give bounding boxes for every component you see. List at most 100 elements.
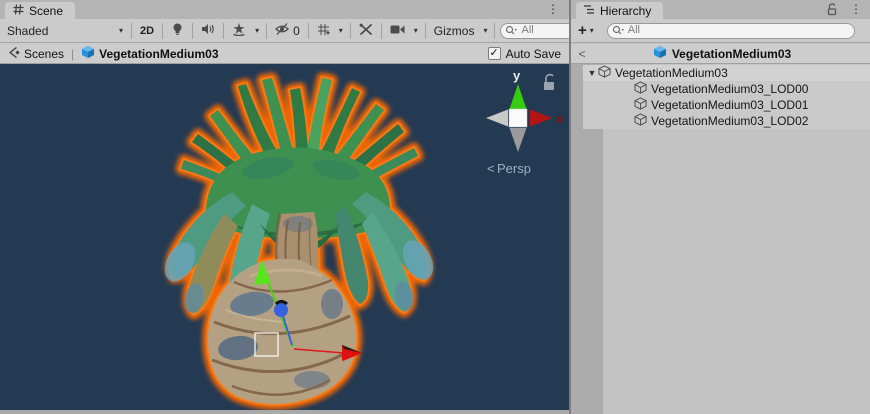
scene-visibility-button[interactable]: 0 [270,21,305,41]
create-object-button[interactable]: + ▾ [571,21,599,41]
grid-snap-button[interactable] [312,21,335,41]
tree-row-label: VegetationMedium03_LOD02 [647,114,808,128]
persp-chevron-icon: < [487,161,495,176]
axis-center-cube[interactable] [509,109,527,127]
scene-effects-button[interactable] [227,21,251,41]
toolbar-separator [192,23,193,39]
scene-tabbar: Scene ⋮ [0,0,569,19]
draw-mode-label: Shaded [7,24,48,38]
eye-off-icon [275,23,290,38]
toolbar-separator [266,23,267,39]
effects-dropdown[interactable]: ▾ [251,21,263,41]
prefab-header[interactable]: VegetationMedium03 [590,45,854,62]
tab-scene[interactable]: Scene [5,2,75,19]
view-lock[interactable] [544,75,554,90]
search-icon [505,25,517,39]
unity-editor-window: Scene ⋮ Shaded ▾ 2D [0,0,870,414]
gizmos-dropdown-arrow[interactable]: ▾ [479,21,491,41]
gameobject-cube-icon [634,113,647,129]
scene-render: y x < Persp [0,64,569,410]
hierarchy-menu-kebab-icon[interactable]: ⋮ [850,2,862,17]
breadcrumb-current-label: VegetationMedium03 [99,47,218,61]
axis-back-cone[interactable] [486,110,508,127]
axis-x-cone[interactable] [530,110,552,127]
axis-y-label: y [513,68,521,83]
prefab-cube-icon [653,45,667,62]
hierarchy-search [607,22,855,39]
orientation-gizmo[interactable]: y x [486,68,564,152]
hierarchy-breadcrumb-bar: < VegetationMedium03 [571,44,870,64]
vegetation-model[interactable] [159,78,440,404]
effects-star-icon [232,23,246,39]
toggle-2d-button[interactable]: 2D [135,21,159,41]
toolbar-separator [350,23,351,39]
tab-hierarchy[interactable]: Hierarchy [576,2,663,19]
hierarchy-tabbar: Hierarchy ⋮ [571,0,870,19]
auto-save-checkbox[interactable]: ✓ [488,47,501,60]
prefab-header-label: VegetationMedium03 [672,47,791,61]
scene-menu-kebab-icon[interactable]: ⋮ [547,2,559,17]
exit-prefab-back-button[interactable]: < [574,47,590,61]
toolbar-separator [162,23,163,39]
hierarchy-search-input[interactable] [607,23,855,39]
prefab-cube-icon [81,45,95,62]
lock-body-icon [544,82,554,90]
hierarchy-tab-label: Hierarchy [600,4,651,18]
auto-save-control[interactable]: ✓ Auto Save [488,47,569,61]
auto-save-label: Auto Save [506,47,561,61]
gameobject-cube-icon [598,65,611,81]
plus-icon: + [578,24,587,38]
axis-x-label: x [556,111,564,126]
persp-label[interactable]: Persp [497,161,531,176]
scene-lighting-button[interactable] [166,21,189,41]
foldout-expanded-icon[interactable]: ▼ [586,68,598,78]
gizmos-label: Gizmos [434,24,475,38]
tree-row-root[interactable]: ▼ VegetationMedium03 [583,65,870,81]
gizmos-dropdown[interactable]: Gizmos [429,21,480,41]
gameobject-cube-icon [634,97,647,113]
tree-row-lod1[interactable]: VegetationMedium03_LOD01 [583,97,870,113]
scene-viewport[interactable]: y x < Persp [0,64,569,410]
breadcrumb-divider: | [68,47,77,61]
axis-down-cone[interactable] [510,128,527,152]
hierarchy-list-icon [584,4,595,18]
camera-dropdown[interactable]: ▾ [410,21,422,41]
scene-toolbar: Shaded ▾ 2D [0,19,569,43]
hierarchy-toolbar: + ▾ [571,19,870,43]
speaker-icon [201,23,215,38]
tree-row-label: VegetationMedium03 [611,66,728,80]
tree-row-lod0[interactable]: VegetationMedium03_LOD00 [583,81,870,97]
tree-row-lod2[interactable]: VegetationMedium03_LOD02 [583,113,870,129]
tree-row-label: VegetationMedium03_LOD00 [647,82,808,96]
grid-icon [317,23,330,39]
chevron-down-icon: ▾ [255,26,259,35]
hidden-count: 0 [293,24,300,38]
scene-tab-label: Scene [29,4,63,18]
axis-y-cone[interactable] [510,84,527,109]
camera-icon [390,24,405,38]
gizmo-z-handle[interactable] [274,303,288,317]
back-arrow-icon [7,46,20,62]
scenes-label: Scenes [24,47,64,61]
component-tools-button[interactable] [354,21,378,41]
gameobject-cube-icon [634,81,647,97]
toolbar-separator [223,23,224,39]
hierarchy-content[interactable]: ▼ VegetationMedium03 VegetationMedium03_… [571,64,870,414]
scene-audio-button[interactable] [196,21,220,41]
chevron-down-icon: ▾ [590,26,594,35]
chevron-down-icon: ▾ [119,26,123,35]
toolbar-separator [381,23,382,39]
toolbar-separator [425,23,426,39]
unlock-icon[interactable] [826,3,838,19]
scene-grid-icon [13,4,24,18]
draw-mode-dropdown[interactable]: Shaded ▾ [0,21,128,41]
hierarchy-panel: Hierarchy ⋮ + ▾ < [571,0,870,414]
toolbar-separator [131,23,132,39]
chevron-down-icon: ▾ [414,26,418,35]
grid-dropdown[interactable]: ▾ [335,21,347,41]
lock-shackle-icon [546,75,553,82]
lightbulb-icon [171,22,184,39]
scene-camera-button[interactable] [385,21,410,41]
breadcrumb-scenes[interactable]: Scenes [0,46,68,62]
breadcrumb-prefab[interactable]: VegetationMedium03 [77,45,222,62]
